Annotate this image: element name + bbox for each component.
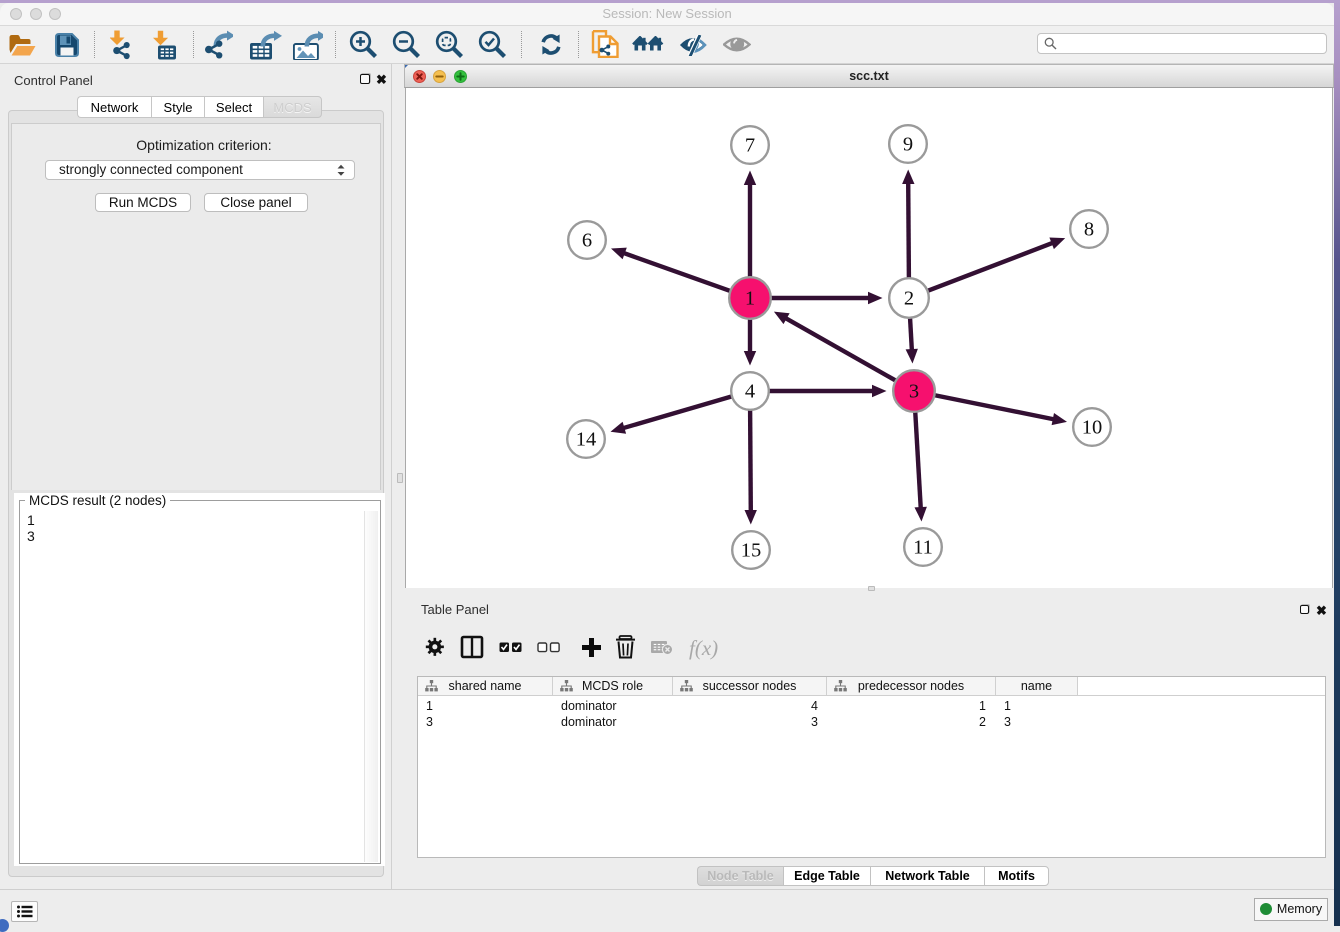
svg-text:7: 7	[745, 135, 755, 157]
svg-text:2: 2	[904, 288, 914, 310]
svg-text:10: 10	[1082, 417, 1103, 439]
svg-text:4: 4	[745, 381, 755, 403]
svg-text:14: 14	[576, 429, 597, 451]
svg-text:11: 11	[913, 537, 933, 559]
svg-text:9: 9	[903, 134, 913, 156]
svg-text:15: 15	[741, 540, 762, 562]
svg-text:8: 8	[1084, 219, 1094, 241]
svg-text:3: 3	[909, 381, 919, 403]
svg-text:1: 1	[745, 288, 755, 310]
svg-text:6: 6	[582, 230, 592, 252]
